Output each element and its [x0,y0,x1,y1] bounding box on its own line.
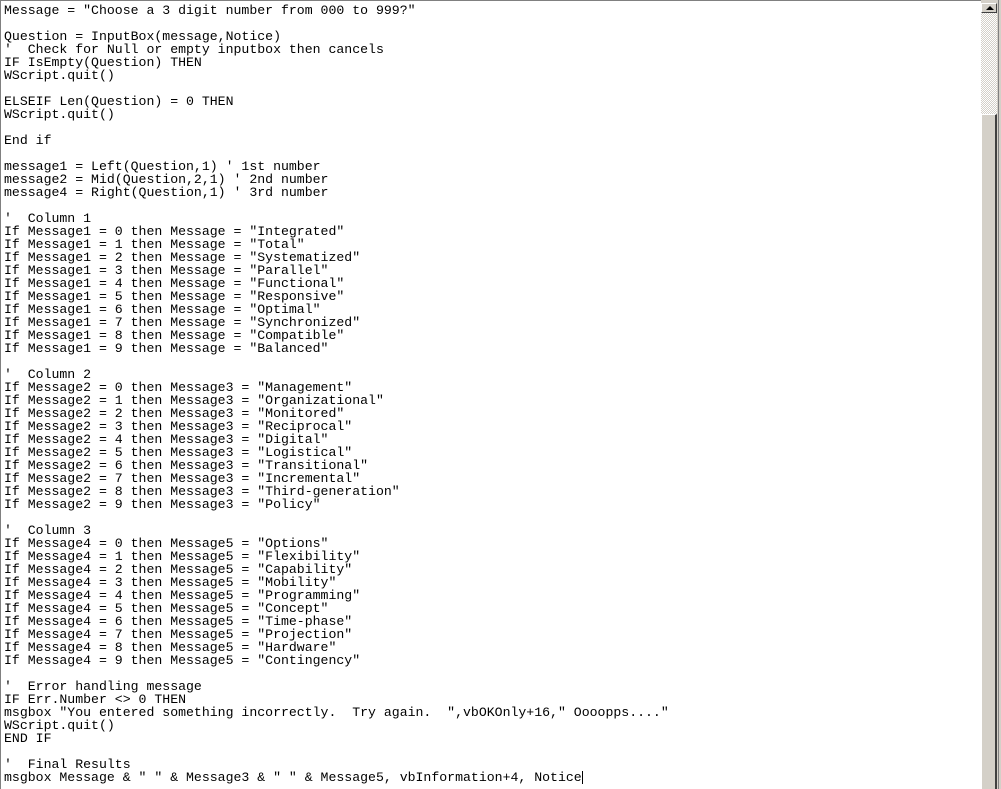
code-text[interactable]: Message = "Choose a 3 digit number from … [4,4,669,784]
code-line: If Message1 = 9 then Message = "Balanced… [4,341,329,356]
scroll-up-arrow-icon[interactable] [981,3,997,13]
text-editor[interactable]: Message = "Choose a 3 digit number from … [0,0,981,789]
code-line: WScript.quit() [4,68,115,83]
scrollbar-thumb[interactable] [981,114,997,789]
code-line: If Message4 = 9 then Message5 = "Conting… [4,653,361,668]
vertical-scrollbar[interactable] [981,0,998,789]
code-line: WScript.quit() [4,107,115,122]
text-caret [581,771,583,784]
scrollbar-track[interactable] [981,13,997,114]
code-line: END IF [4,731,52,746]
code-line: End if [4,133,52,148]
code-line: message4 = Right(Question,1) ' 3rd numbe… [4,185,329,200]
code-line: msgbox Message & " " & Message3 & " " & … [4,770,583,785]
code-line: If Message2 = 9 then Message3 = "Policy" [4,497,321,512]
code-line: WScript.quit() [4,718,115,733]
code-line: Message = "Choose a 3 digit number from … [4,3,416,18]
